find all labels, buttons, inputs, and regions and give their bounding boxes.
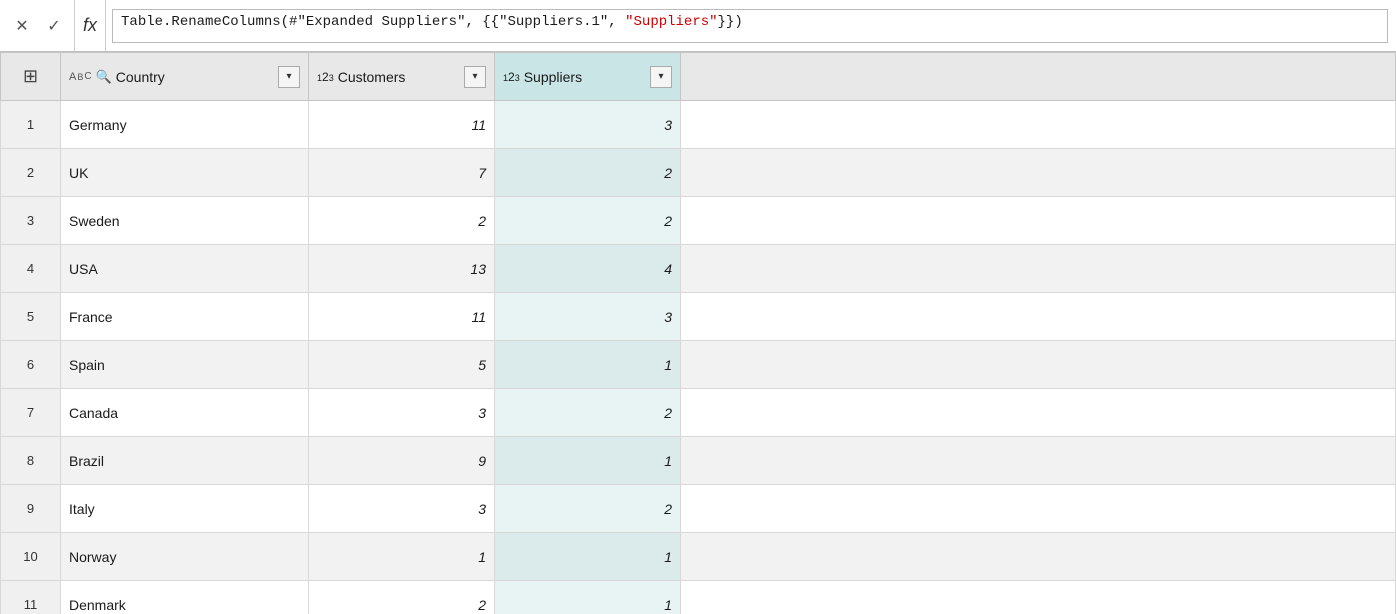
cell-country: Denmark: [61, 581, 309, 614]
customers-col-label: Customers: [338, 69, 460, 85]
cell-suppliers: 3: [495, 101, 681, 149]
cell-customers: 11: [309, 293, 495, 341]
row-number: 9: [1, 485, 61, 533]
cancel-button[interactable]: ✕: [8, 12, 36, 40]
row-number: 5: [1, 293, 61, 341]
table-container: ⊞ ABC 🔍 Country ▾: [0, 52, 1396, 614]
cell-country: Canada: [61, 389, 309, 437]
confirm-icon: ✓: [47, 16, 60, 36]
cell-suppliers: 1: [495, 581, 681, 614]
cell-customers: 7: [309, 149, 495, 197]
cell-customers: 3: [309, 389, 495, 437]
table-row: 3Sweden22: [1, 197, 1396, 245]
cell-customers: 1: [309, 533, 495, 581]
cell-empty: [681, 149, 1396, 197]
table-row: 1Germany113: [1, 101, 1396, 149]
row-number: 2: [1, 149, 61, 197]
table-row: 7Canada32: [1, 389, 1396, 437]
cell-suppliers: 2: [495, 485, 681, 533]
cell-customers: 5: [309, 341, 495, 389]
data-table: ⊞ ABC 🔍 Country ▾: [0, 52, 1396, 614]
customers-dropdown-button[interactable]: ▾: [464, 66, 486, 88]
cell-empty: [681, 437, 1396, 485]
magnifier-icon: 🔍: [96, 69, 112, 85]
formula-bar: ✕ ✓ fx Table.RenameColumns(#"Expanded Su…: [0, 0, 1396, 52]
cell-empty: [681, 485, 1396, 533]
table-body: 1Germany1132UK723Sweden224USA1345France1…: [1, 101, 1396, 614]
formula-input[interactable]: Table.RenameColumns(#"Expanded Suppliers…: [112, 9, 1388, 43]
cell-country: Italy: [61, 485, 309, 533]
table-row: 5France113: [1, 293, 1396, 341]
cell-empty: [681, 389, 1396, 437]
cell-suppliers: 2: [495, 149, 681, 197]
cell-country: Brazil: [61, 437, 309, 485]
row-number: 7: [1, 389, 61, 437]
row-number: 6: [1, 341, 61, 389]
country-dropdown-button[interactable]: ▾: [278, 66, 300, 88]
table-row: 4USA134: [1, 245, 1396, 293]
th-empty: [681, 53, 1396, 101]
table-row: 11Denmark21: [1, 581, 1396, 614]
suppliers-col-label: Suppliers: [524, 69, 646, 85]
th-grid: ⊞: [1, 53, 61, 101]
number-type-icon-customers: 123: [317, 70, 334, 84]
cell-empty: [681, 293, 1396, 341]
table-header-row: ⊞ ABC 🔍 Country ▾: [1, 53, 1396, 101]
th-suppliers: 123 Suppliers ▾: [495, 53, 681, 101]
table-row: 10Norway11: [1, 533, 1396, 581]
formula-text-suffix: }}): [718, 14, 743, 30]
cell-customers: 9: [309, 437, 495, 485]
row-number: 11: [1, 581, 61, 614]
cancel-icon: ✕: [15, 16, 28, 36]
th-country: ABC 🔍 Country ▾: [61, 53, 309, 101]
fx-label: fx: [74, 0, 106, 51]
cell-customers: 13: [309, 245, 495, 293]
formula-text-prefix: Table.RenameColumns(#"Expanded Suppliers…: [121, 14, 625, 30]
cell-empty: [681, 245, 1396, 293]
cell-suppliers: 1: [495, 533, 681, 581]
cell-suppliers: 2: [495, 389, 681, 437]
cell-suppliers: 3: [495, 293, 681, 341]
table-row: 8Brazil91: [1, 437, 1396, 485]
cell-suppliers: 4: [495, 245, 681, 293]
cell-country: Sweden: [61, 197, 309, 245]
row-number: 3: [1, 197, 61, 245]
cell-customers: 2: [309, 581, 495, 614]
table-row: 2UK72: [1, 149, 1396, 197]
cell-empty: [681, 197, 1396, 245]
cell-suppliers: 1: [495, 437, 681, 485]
cell-customers: 11: [309, 101, 495, 149]
cell-country: Norway: [61, 533, 309, 581]
th-customers: 123 Customers ▾: [309, 53, 495, 101]
cell-country: France: [61, 293, 309, 341]
cell-empty: [681, 581, 1396, 614]
country-col-label: Country: [116, 69, 274, 85]
number-type-icon-suppliers: 123: [503, 70, 520, 84]
cell-country: USA: [61, 245, 309, 293]
row-number: 10: [1, 533, 61, 581]
cell-customers: 2: [309, 197, 495, 245]
table-row: 9Italy32: [1, 485, 1396, 533]
cell-country: Spain: [61, 341, 309, 389]
text-type-icon: ABC: [69, 71, 92, 83]
row-number: 4: [1, 245, 61, 293]
formula-text-highlight: "Suppliers": [625, 14, 717, 30]
cell-empty: [681, 341, 1396, 389]
cell-country: UK: [61, 149, 309, 197]
grid-icon: ⊞: [23, 66, 38, 87]
table-row: 6Spain51: [1, 341, 1396, 389]
suppliers-dropdown-button[interactable]: ▾: [650, 66, 672, 88]
row-number: 1: [1, 101, 61, 149]
row-number: 8: [1, 437, 61, 485]
cell-empty: [681, 101, 1396, 149]
formula-icons: ✕ ✓: [8, 12, 68, 40]
cell-empty: [681, 533, 1396, 581]
cell-country: Germany: [61, 101, 309, 149]
cell-customers: 3: [309, 485, 495, 533]
cell-suppliers: 1: [495, 341, 681, 389]
confirm-button[interactable]: ✓: [40, 12, 68, 40]
cell-suppliers: 2: [495, 197, 681, 245]
